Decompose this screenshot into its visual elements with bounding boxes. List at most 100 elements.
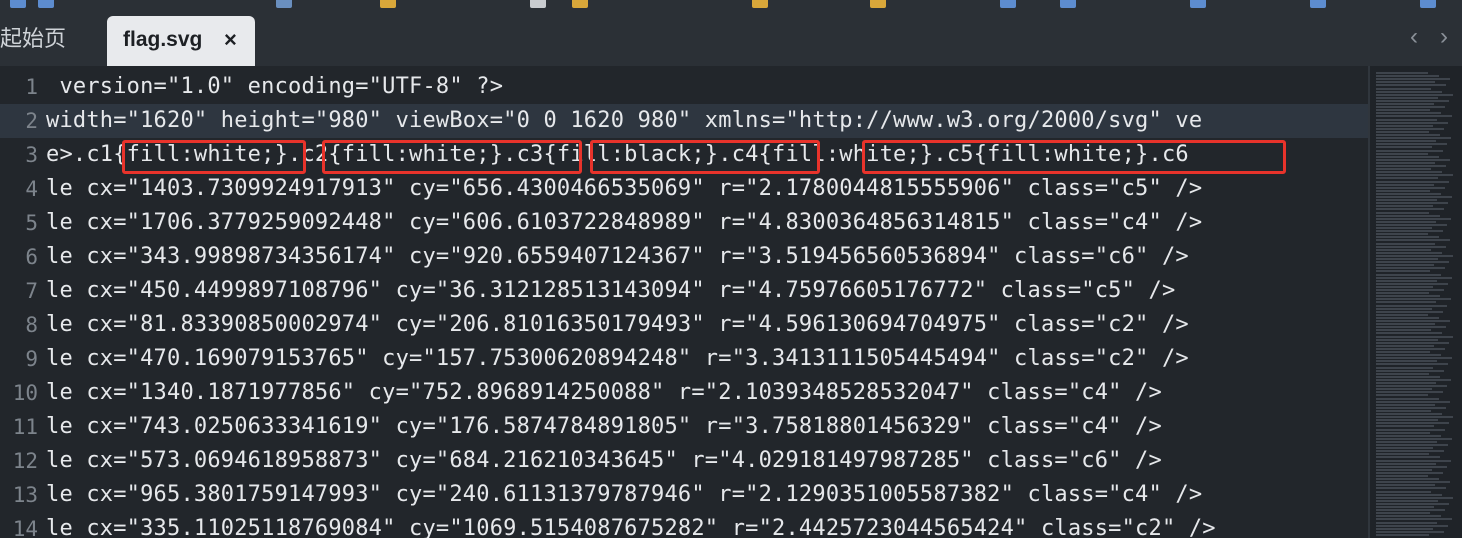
tab-flag-svg[interactable]: flag.svg × [107,16,255,66]
toolbar-icon[interactable] [10,0,26,8]
minimap-line [1376,372,1429,375]
minimap-line [1376,93,1453,96]
code-text: le cx="343.99898734356174" cy="920.65594… [46,244,1189,269]
code-line: 8 le cx="81.83390850002974" cy="206.8101… [0,308,1370,342]
minimap-line [1376,329,1431,332]
toolbar-icon[interactable] [380,0,396,8]
minimap-line [1376,490,1431,493]
minimap-line [1376,270,1430,273]
chevron-left-icon[interactable]: ‹ [1410,14,1418,60]
minimap-line [1376,239,1450,242]
chevron-right-icon[interactable]: › [1440,14,1448,60]
minimap-line [1376,512,1430,515]
code-editor[interactable]: 1 version="1.0" encoding="UTF-8" ?> 2 wi… [0,66,1370,538]
close-icon[interactable]: × [224,16,237,64]
toolbar-icon[interactable] [1190,0,1206,8]
minimap-line [1376,143,1447,146]
minimap-line [1376,134,1440,136]
toolbar-icon[interactable] [572,0,588,8]
minimap-line [1376,81,1435,84]
code-line: 1 version="1.0" encoding="UTF-8" ?> [0,70,1370,104]
minimap-line [1376,484,1435,487]
minimap-line [1376,90,1442,93]
minimap-line [1376,502,1449,505]
toolbar-icon[interactable] [752,0,768,8]
toolbar-icon[interactable] [1310,0,1326,8]
tab-label: flag.svg [123,28,203,51]
minimap-line [1376,332,1442,335]
toolbar-icon[interactable] [1060,0,1076,8]
code-text: width="1620" height="980" viewBox="0 0 1… [46,108,1203,133]
minimap-line [1376,481,1450,484]
toolbar-icon[interactable] [38,0,54,8]
minimap-line [1376,524,1448,527]
minimap-line [1376,149,1443,152]
minimap-line [1376,369,1444,372]
minimap-line [1376,413,1442,415]
minimap-line [1376,267,1445,270]
minimap-line [1376,180,1449,183]
line-number: 3 [25,143,38,167]
code-text: le cx="335.11025118769084" cy="1069.5154… [46,516,1216,538]
minimap-line [1376,316,1439,319]
minimap-line [1376,118,1437,121]
minimap-line [1376,518,1452,521]
minimap-line [1376,282,1448,285]
toolbar-icon[interactable] [870,0,886,8]
minimap-line [1376,530,1444,533]
minimap-line [1376,301,1436,304]
toolbar-icon[interactable] [1000,0,1016,8]
code-text: le cx="965.3801759147993" cy="240.611313… [46,482,1203,507]
minimap-line [1376,493,1442,496]
minimap-line [1376,251,1442,254]
minimap-line [1376,307,1432,310]
minimap-line [1376,338,1438,341]
minimap-line [1376,171,1442,174]
minimap-line [1376,174,1453,177]
minimap-line [1376,444,1448,446]
highlight-box-c3 [590,140,820,174]
minimap-line [1376,453,1429,456]
toolbar-icon[interactable] [276,0,292,8]
minimap-line [1376,254,1453,257]
minimap-line [1376,72,1428,74]
code-text: le cx="743.0250633341619" cy="176.587478… [46,414,1162,439]
minimap-line [1376,400,1450,403]
tab-bar: 起始页 flag.svg × ‹ › [0,14,1462,66]
line-number: 11 [12,415,38,439]
line-number: 5 [25,211,38,235]
tab-start-page[interactable]: 起始页 [0,14,66,66]
minimap-line [1376,499,1438,502]
highlight-box-c4-c5 [862,140,1286,174]
toolbar-icon[interactable] [530,0,546,8]
minimap-line [1376,285,1433,288]
minimap-line [1376,354,1441,357]
minimap-line [1376,146,1432,149]
code-text: le cx="470.169079153765" cy="157.7530062… [46,346,1189,371]
code-line: 6 le cx="343.99898734356174" cy="920.655… [0,240,1370,274]
minimap-line [1376,323,1435,326]
highlight-box-c1 [122,140,306,174]
minimap-line [1376,406,1446,409]
minimap-line [1376,428,1445,431]
minimap-line [1376,87,1431,90]
toolbar-icon[interactable] [1420,0,1436,8]
minimap-line [1376,487,1446,490]
minimap-line [1376,357,1452,360]
minimap-line [1376,326,1446,329]
minimap-line [1376,366,1433,369]
line-number: 10 [12,381,38,405]
minimap-line [1376,245,1446,248]
minimap-line [1376,276,1452,279]
code-text: le cx="1706.3779259092448" cy="606.61037… [46,210,1203,235]
minimap[interactable] [1370,66,1462,538]
minimap-line [1376,391,1443,394]
minimap-line [1376,397,1439,400]
minimap-line [1376,388,1432,391]
line-number: 6 [25,245,38,269]
minimap-line [1376,248,1431,251]
minimap-line [1376,468,1432,471]
line-number: 7 [25,279,38,303]
minimap-line [1376,298,1451,301]
minimap-line [1376,205,1433,208]
